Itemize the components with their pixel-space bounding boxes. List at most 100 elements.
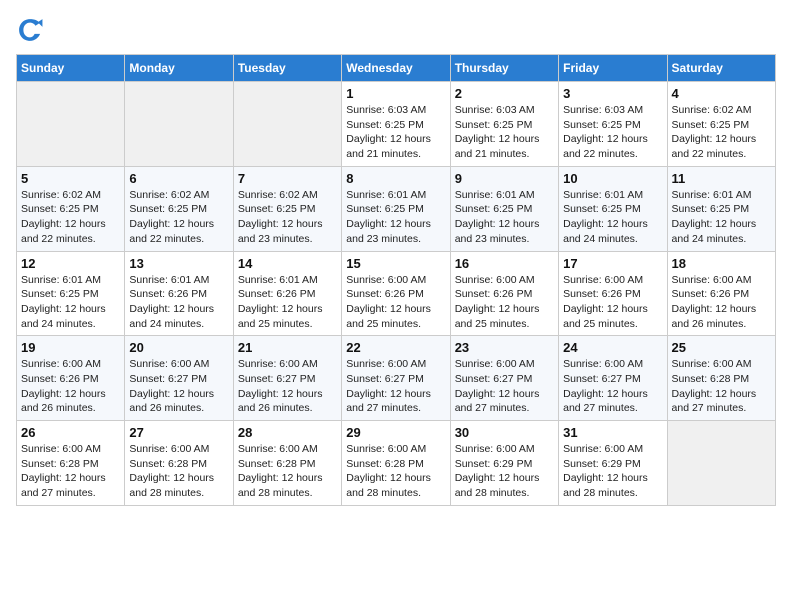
calendar-cell: 4 Sunrise: 6:02 AM Sunset: 6:25 PM Daylig…	[667, 82, 775, 167]
calendar-cell: 21 Sunrise: 6:00 AM Sunset: 6:27 PM Dayli…	[233, 336, 341, 421]
day-number: 16	[455, 256, 554, 271]
day-number: 17	[563, 256, 662, 271]
calendar-week-3: 12 Sunrise: 6:01 AM Sunset: 6:25 PM Dayli…	[17, 251, 776, 336]
day-number: 20	[129, 340, 228, 355]
calendar-week-2: 5 Sunrise: 6:02 AM Sunset: 6:25 PM Daylig…	[17, 166, 776, 251]
calendar-cell: 2 Sunrise: 6:03 AM Sunset: 6:25 PM Daylig…	[450, 82, 558, 167]
calendar-cell: 16 Sunrise: 6:00 AM Sunset: 6:26 PM Dayli…	[450, 251, 558, 336]
calendar-cell: 13 Sunrise: 6:01 AM Sunset: 6:26 PM Dayli…	[125, 251, 233, 336]
day-info: Sunrise: 6:00 AM Sunset: 6:27 PM Dayligh…	[238, 357, 337, 416]
day-info: Sunrise: 6:00 AM Sunset: 6:28 PM Dayligh…	[238, 442, 337, 501]
day-info: Sunrise: 6:00 AM Sunset: 6:26 PM Dayligh…	[346, 273, 445, 332]
day-number: 21	[238, 340, 337, 355]
calendar-cell: 26 Sunrise: 6:00 AM Sunset: 6:28 PM Dayli…	[17, 421, 125, 506]
calendar-cell: 18 Sunrise: 6:00 AM Sunset: 6:26 PM Dayli…	[667, 251, 775, 336]
calendar-cell	[667, 421, 775, 506]
day-number: 13	[129, 256, 228, 271]
weekday-header-friday: Friday	[559, 55, 667, 82]
day-info: Sunrise: 6:00 AM Sunset: 6:26 PM Dayligh…	[455, 273, 554, 332]
day-number: 19	[21, 340, 120, 355]
day-info: Sunrise: 6:02 AM Sunset: 6:25 PM Dayligh…	[238, 188, 337, 247]
calendar-cell: 9Sunrise: 6:01 AM Sunset: 6:25 PM Daylig…	[450, 166, 558, 251]
calendar-week-5: 26 Sunrise: 6:00 AM Sunset: 6:28 PM Dayli…	[17, 421, 776, 506]
weekday-header-tuesday: Tuesday	[233, 55, 341, 82]
day-info: Sunrise: 6:00 AM Sunset: 6:26 PM Dayligh…	[563, 273, 662, 332]
day-number: 25	[672, 340, 771, 355]
calendar-cell: 30Sunrise: 6:00 AM Sunset: 6:29 PM Dayli…	[450, 421, 558, 506]
calendar-cell: 22 Sunrise: 6:00 AM Sunset: 6:27 PM Dayli…	[342, 336, 450, 421]
day-info: Sunrise: 6:00 AM Sunset: 6:29 PM Dayligh…	[563, 442, 662, 501]
day-number: 24	[563, 340, 662, 355]
calendar-cell: 29Sunrise: 6:00 AM Sunset: 6:28 PM Dayli…	[342, 421, 450, 506]
day-number: 31	[563, 425, 662, 440]
day-info: Sunrise: 6:01 AM Sunset: 6:25 PM Dayligh…	[21, 273, 120, 332]
day-number: 18	[672, 256, 771, 271]
calendar-cell: 20 Sunrise: 6:00 AM Sunset: 6:27 PM Dayli…	[125, 336, 233, 421]
calendar-cell: 31 Sunrise: 6:00 AM Sunset: 6:29 PM Dayli…	[559, 421, 667, 506]
day-info: Sunrise: 6:02 AM Sunset: 6:25 PM Dayligh…	[129, 188, 228, 247]
day-number: 22	[346, 340, 445, 355]
calendar-week-1: 1 Sunrise: 6:03 AM Sunset: 6:25 PM Daylig…	[17, 82, 776, 167]
calendar: SundayMondayTuesdayWednesdayThursdayFrid…	[16, 54, 776, 506]
day-number: 8	[346, 171, 445, 186]
day-number: 23	[455, 340, 554, 355]
calendar-cell: 24 Sunrise: 6:00 AM Sunset: 6:27 PM Dayli…	[559, 336, 667, 421]
day-number: 2	[455, 86, 554, 101]
day-info: Sunrise: 6:00 AM Sunset: 6:29 PM Dayligh…	[455, 442, 554, 501]
calendar-cell	[233, 82, 341, 167]
day-number: 12	[21, 256, 120, 271]
calendar-cell: 17 Sunrise: 6:00 AM Sunset: 6:26 PM Dayli…	[559, 251, 667, 336]
day-info: Sunrise: 6:01 AM Sunset: 6:25 PM Dayligh…	[563, 188, 662, 247]
day-number: 5	[21, 171, 120, 186]
day-info: Sunrise: 6:02 AM Sunset: 6:25 PM Dayligh…	[672, 103, 771, 162]
weekday-header-monday: Monday	[125, 55, 233, 82]
day-info: Sunrise: 6:00 AM Sunset: 6:28 PM Dayligh…	[129, 442, 228, 501]
calendar-cell: 27Sunrise: 6:00 AM Sunset: 6:28 PM Dayli…	[125, 421, 233, 506]
day-info: Sunrise: 6:03 AM Sunset: 6:25 PM Dayligh…	[455, 103, 554, 162]
day-number: 28	[238, 425, 337, 440]
day-info: Sunrise: 6:00 AM Sunset: 6:27 PM Dayligh…	[129, 357, 228, 416]
day-number: 7	[238, 171, 337, 186]
day-info: Sunrise: 6:03 AM Sunset: 6:25 PM Dayligh…	[346, 103, 445, 162]
day-info: Sunrise: 6:00 AM Sunset: 6:27 PM Dayligh…	[346, 357, 445, 416]
day-info: Sunrise: 6:03 AM Sunset: 6:25 PM Dayligh…	[563, 103, 662, 162]
calendar-cell: 19 Sunrise: 6:00 AM Sunset: 6:26 PM Dayli…	[17, 336, 125, 421]
day-info: Sunrise: 6:00 AM Sunset: 6:26 PM Dayligh…	[672, 273, 771, 332]
day-number: 15	[346, 256, 445, 271]
logo-icon	[16, 16, 44, 44]
calendar-cell: 23 Sunrise: 6:00 AM Sunset: 6:27 PM Dayli…	[450, 336, 558, 421]
calendar-cell: 6Sunrise: 6:02 AM Sunset: 6:25 PM Daylig…	[125, 166, 233, 251]
calendar-cell	[17, 82, 125, 167]
day-number: 4	[672, 86, 771, 101]
day-info: Sunrise: 6:00 AM Sunset: 6:28 PM Dayligh…	[21, 442, 120, 501]
calendar-cell: 10 Sunrise: 6:01 AM Sunset: 6:25 PM Dayli…	[559, 166, 667, 251]
day-number: 10	[563, 171, 662, 186]
day-info: Sunrise: 6:01 AM Sunset: 6:25 PM Dayligh…	[455, 188, 554, 247]
day-number: 11	[672, 171, 771, 186]
calendar-cell	[125, 82, 233, 167]
day-info: Sunrise: 6:00 AM Sunset: 6:26 PM Dayligh…	[21, 357, 120, 416]
day-info: Sunrise: 6:00 AM Sunset: 6:28 PM Dayligh…	[672, 357, 771, 416]
day-number: 29	[346, 425, 445, 440]
day-info: Sunrise: 6:00 AM Sunset: 6:27 PM Dayligh…	[455, 357, 554, 416]
day-number: 1	[346, 86, 445, 101]
day-info: Sunrise: 6:01 AM Sunset: 6:25 PM Dayligh…	[346, 188, 445, 247]
calendar-week-4: 19 Sunrise: 6:00 AM Sunset: 6:26 PM Dayli…	[17, 336, 776, 421]
day-number: 14	[238, 256, 337, 271]
calendar-cell: 15 Sunrise: 6:00 AM Sunset: 6:26 PM Dayli…	[342, 251, 450, 336]
calendar-cell: 8 Sunrise: 6:01 AM Sunset: 6:25 PM Daylig…	[342, 166, 450, 251]
day-info: Sunrise: 6:01 AM Sunset: 6:26 PM Dayligh…	[129, 273, 228, 332]
calendar-cell: 28 Sunrise: 6:00 AM Sunset: 6:28 PM Dayli…	[233, 421, 341, 506]
weekday-header-saturday: Saturday	[667, 55, 775, 82]
calendar-cell: 3Sunrise: 6:03 AM Sunset: 6:25 PM Daylig…	[559, 82, 667, 167]
weekday-header-wednesday: Wednesday	[342, 55, 450, 82]
day-info: Sunrise: 6:00 AM Sunset: 6:27 PM Dayligh…	[563, 357, 662, 416]
day-number: 26	[21, 425, 120, 440]
calendar-cell: 7 Sunrise: 6:02 AM Sunset: 6:25 PM Daylig…	[233, 166, 341, 251]
calendar-cell: 11Sunrise: 6:01 AM Sunset: 6:25 PM Dayli…	[667, 166, 775, 251]
calendar-cell: 25 Sunrise: 6:00 AM Sunset: 6:28 PM Dayli…	[667, 336, 775, 421]
day-info: Sunrise: 6:01 AM Sunset: 6:26 PM Dayligh…	[238, 273, 337, 332]
weekday-header-thursday: Thursday	[450, 55, 558, 82]
calendar-cell: 12 Sunrise: 6:01 AM Sunset: 6:25 PM Dayli…	[17, 251, 125, 336]
calendar-cell: 5Sunrise: 6:02 AM Sunset: 6:25 PM Daylig…	[17, 166, 125, 251]
